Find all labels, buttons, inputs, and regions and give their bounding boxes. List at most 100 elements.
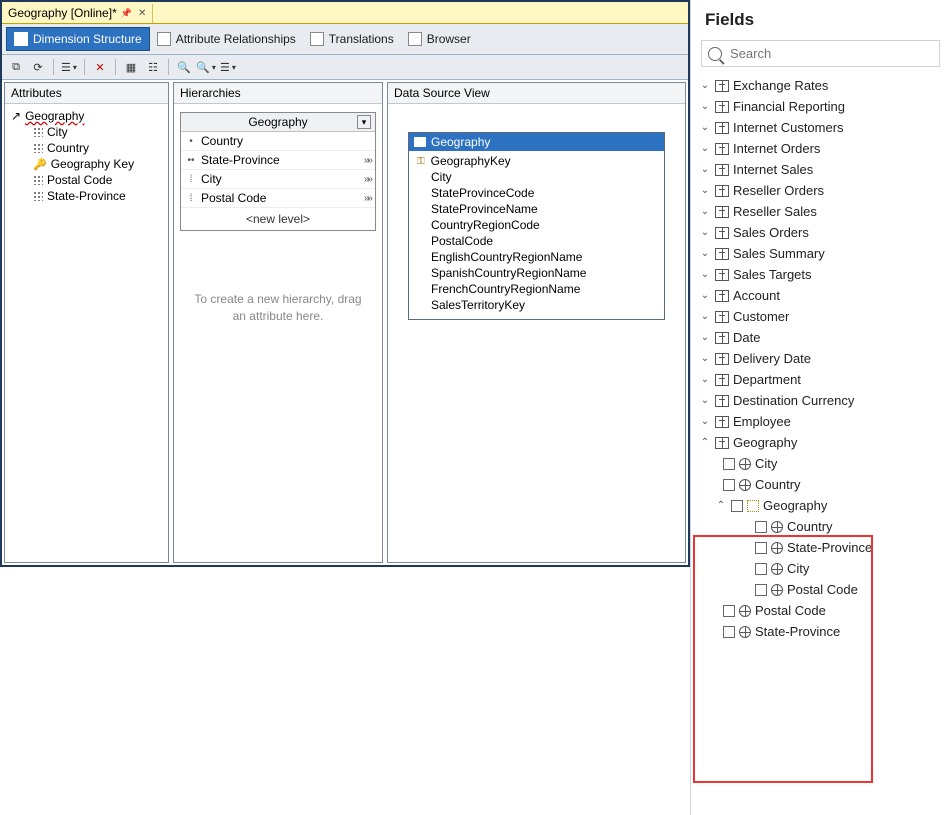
field-table[interactable]: ⌄Internet Orders — [691, 138, 950, 159]
dsv-column[interactable]: SpanishCountryRegionName — [413, 265, 660, 281]
chevron-down-icon[interactable]: ⌄ — [699, 248, 711, 259]
chevron-down-icon[interactable]: ⌄ — [699, 269, 711, 280]
checkbox[interactable] — [755, 563, 767, 575]
field-table-geography[interactable]: ⌃Geography — [691, 432, 950, 453]
attribute-item[interactable]: Postal Code — [7, 172, 166, 188]
chevron-down-icon[interactable]: ⌄ — [699, 101, 711, 112]
hierarchy-title-row[interactable]: Geography ▾ — [181, 113, 375, 132]
dsv-column[interactable]: PostalCode — [413, 233, 660, 249]
chevron-down-icon[interactable]: ⌄ — [699, 416, 711, 427]
chevron-down-icon[interactable]: ⌄ — [699, 311, 711, 322]
dsv-table-header[interactable]: Geography — [409, 133, 664, 151]
field-hierarchy-level[interactable]: Country — [691, 516, 950, 537]
chevron-down-icon[interactable]: ⌄ — [699, 206, 711, 217]
field-table[interactable]: ⌄Destination Currency — [691, 390, 950, 411]
list-dropdown[interactable]: ☰ — [219, 58, 237, 76]
field-table[interactable]: ⌄Department — [691, 369, 950, 390]
tab-browser[interactable]: Browser — [401, 28, 478, 50]
dsv-column[interactable]: City — [413, 169, 660, 185]
attribute-root[interactable]: ↗ Geography — [7, 108, 166, 124]
field-table[interactable]: ⌄Exchange Rates — [691, 75, 950, 96]
hierarchy-new-level[interactable]: <new level> — [181, 208, 375, 230]
chevron-down-icon[interactable]: ⌄ — [699, 395, 711, 406]
field-table[interactable]: ⌄Delivery Date — [691, 348, 950, 369]
chevron-down-icon[interactable]: ⌄ — [699, 122, 711, 133]
field-table[interactable]: ⌄Reseller Sales — [691, 201, 950, 222]
chevron-down-icon[interactable]: ⌄ — [699, 143, 711, 154]
tab-translations[interactable]: Translations — [303, 28, 401, 50]
field-hierarchy-level[interactable]: Postal Code — [691, 579, 950, 600]
chevron-down-icon[interactable]: ⌄ — [699, 290, 711, 301]
chevron-down-icon[interactable]: ⌄ — [699, 227, 711, 238]
search-input[interactable] — [728, 45, 933, 62]
delete-icon[interactable]: ✕ — [91, 58, 109, 76]
hierarchy-level[interactable]: •Country — [181, 132, 375, 151]
checkbox[interactable] — [755, 521, 767, 533]
chevron-down-icon[interactable]: ⌄ — [699, 332, 711, 343]
chevron-down-icon[interactable]: ⌄ — [699, 374, 711, 385]
field-table[interactable]: ⌄Customer — [691, 306, 950, 327]
dsv-column[interactable]: StateProvinceName — [413, 201, 660, 217]
attribute-item[interactable]: State-Province — [7, 188, 166, 204]
process-icon[interactable]: ⟳ — [29, 58, 47, 76]
field-table[interactable]: ⌄Sales Orders — [691, 222, 950, 243]
dsv-column[interactable]: CountryRegionCode — [413, 217, 660, 233]
hierarchy-level[interactable]: ⁞Postal Code»» — [181, 189, 375, 208]
dsv-column[interactable]: EnglishCountryRegionName — [413, 249, 660, 265]
checkbox[interactable] — [755, 542, 767, 554]
chevron-down-icon[interactable]: ⌄ — [699, 185, 711, 196]
dsv-column[interactable]: StateProvinceCode — [413, 185, 660, 201]
field-table[interactable]: ⌄Account — [691, 285, 950, 306]
expand-icon[interactable]: »» — [364, 174, 371, 185]
chevron-down-icon[interactable]: ⌄ — [699, 164, 711, 175]
dsv-column[interactable]: SalesTerritoryKey — [413, 297, 660, 313]
chevron-down-icon[interactable]: ⌄ — [699, 80, 711, 91]
field-table[interactable]: ⌄Date — [691, 327, 950, 348]
dsv-column-key[interactable]: GeographyKey — [413, 153, 660, 169]
field-hierarchy-level[interactable]: City — [691, 558, 950, 579]
checkbox[interactable] — [723, 605, 735, 617]
close-icon[interactable]: ✕ — [138, 8, 146, 19]
hierarchy-level[interactable]: ⁞City»» — [181, 170, 375, 189]
field-table[interactable]: ⌄Internet Customers — [691, 117, 950, 138]
field-hierarchy-level[interactable]: State-Province — [691, 537, 950, 558]
add-bi-icon[interactable]: ⧉ — [7, 58, 25, 76]
dsv-table[interactable]: Geography GeographyKey City StateProvinc… — [408, 132, 665, 320]
chevron-up-icon[interactable]: ⌃ — [715, 500, 727, 511]
field-column[interactable]: Country — [691, 474, 950, 495]
view-dropdown[interactable]: ☰ — [60, 58, 78, 76]
checkbox[interactable] — [723, 626, 735, 638]
chevron-up-icon[interactable]: ⌃ — [699, 437, 711, 448]
field-table[interactable]: ⌄Financial Reporting — [691, 96, 950, 117]
checkbox[interactable] — [755, 584, 767, 596]
field-table[interactable]: ⌄Internet Sales — [691, 159, 950, 180]
dsv-column[interactable]: FrenchCountryRegionName — [413, 281, 660, 297]
expand-icon[interactable]: »» — [364, 155, 371, 166]
field-table[interactable]: ⌄Reseller Orders — [691, 180, 950, 201]
tab-dimension-structure[interactable]: Dimension Structure — [6, 27, 150, 51]
expand-icon[interactable]: »» — [364, 193, 371, 204]
document-tab[interactable]: Geography [Online]* 📌 ✕ — [2, 4, 153, 23]
checkbox[interactable] — [723, 458, 735, 470]
checkbox[interactable] — [731, 500, 743, 512]
find-icon[interactable]: 🔍 — [175, 58, 193, 76]
chevron-down-icon[interactable]: ▾ — [357, 115, 371, 129]
field-column[interactable]: State-Province — [691, 621, 950, 642]
field-table[interactable]: ⌄Employee — [691, 411, 950, 432]
tab-attribute-relationships[interactable]: Attribute Relationships — [150, 28, 303, 50]
chevron-down-icon[interactable]: ⌄ — [699, 353, 711, 364]
hierarchy-level[interactable]: ••State-Province»» — [181, 151, 375, 170]
attribute-item[interactable]: 🔑Geography Key — [7, 156, 166, 172]
field-table[interactable]: ⌄Sales Summary — [691, 243, 950, 264]
zoom-dropdown[interactable]: 🔍 — [197, 58, 215, 76]
field-table[interactable]: ⌄Sales Targets — [691, 264, 950, 285]
tree-icon[interactable]: ☷ — [144, 58, 162, 76]
table-icon[interactable]: ▦ — [122, 58, 140, 76]
attribute-item[interactable]: Country — [7, 140, 166, 156]
pin-icon[interactable]: 📌 — [121, 8, 132, 19]
attribute-item[interactable]: City — [7, 124, 166, 140]
field-column[interactable]: City — [691, 453, 950, 474]
field-hierarchy[interactable]: ⌃Geography — [691, 495, 950, 516]
field-column[interactable]: Postal Code — [691, 600, 950, 621]
hierarchy-box[interactable]: Geography ▾ •Country ••State-Province»» … — [180, 112, 376, 231]
